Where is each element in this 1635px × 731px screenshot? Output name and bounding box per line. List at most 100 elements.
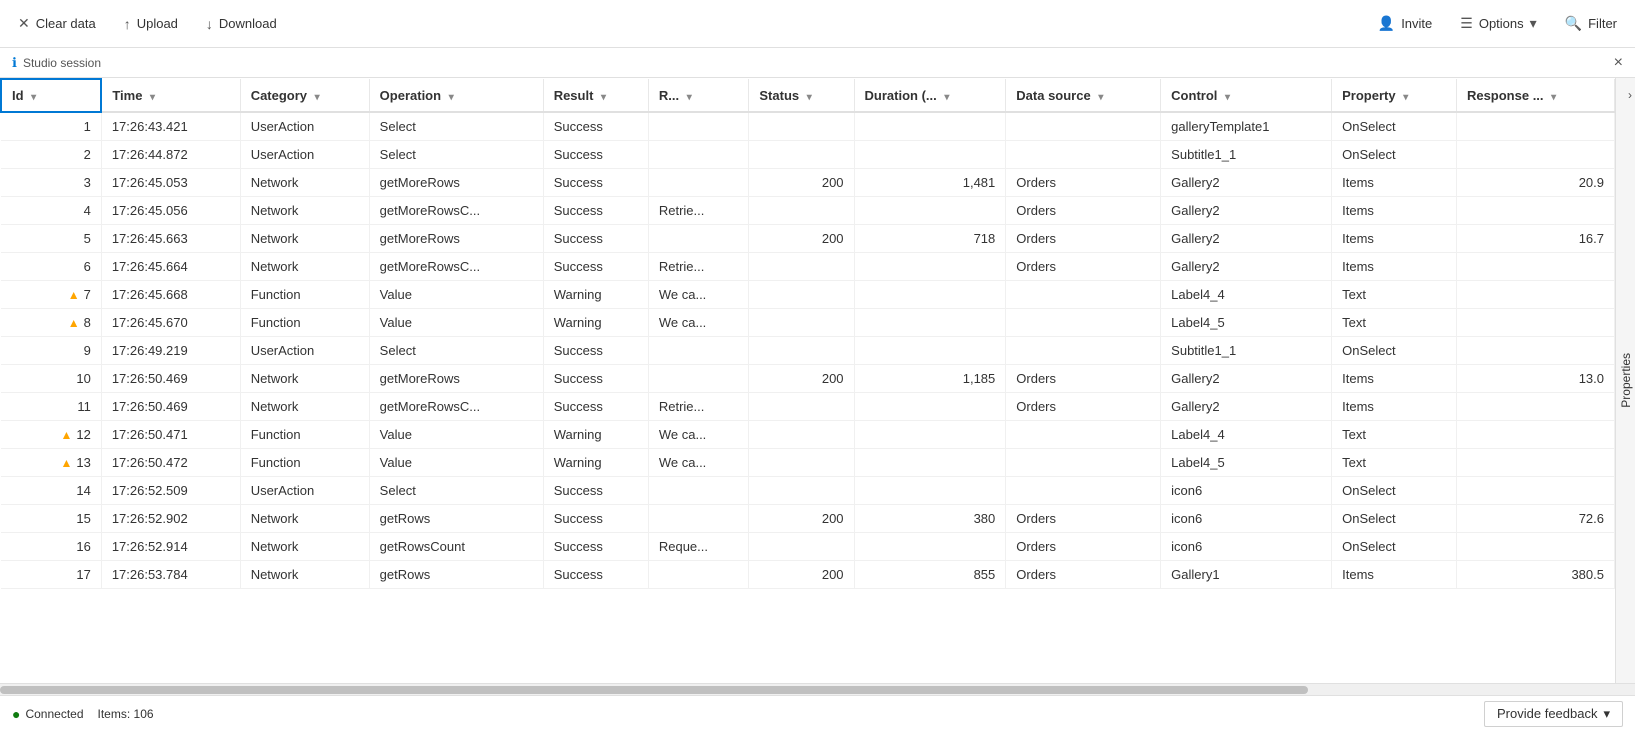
side-panel-label: Properties	[1619, 353, 1633, 408]
cell-id: ▲12	[1, 421, 101, 449]
col-header-property[interactable]: Property ▾	[1332, 79, 1457, 112]
table-header-row: Id ▾ Time ▾ Category ▾ Operation ▾ Resul…	[1, 79, 1615, 112]
cell-duration	[854, 337, 1006, 365]
cell-id: 5	[1, 225, 101, 253]
cell-control: Label4_5	[1161, 449, 1332, 477]
cell-time: 17:26:45.664	[101, 253, 240, 281]
cell-response	[1456, 112, 1614, 141]
cell-operation: Select	[369, 141, 543, 169]
table-row[interactable]: 6 17:26:45.664 Network getMoreRowsC... S…	[1, 253, 1615, 281]
cell-status: 200	[749, 561, 854, 589]
filter-button[interactable]: 🔍 Filter	[1559, 11, 1623, 36]
cell-id: 3	[1, 169, 101, 197]
table-row[interactable]: 15 17:26:52.902 Network getRows Success …	[1, 505, 1615, 533]
cell-r	[648, 505, 749, 533]
col-header-id[interactable]: Id ▾	[1, 79, 101, 112]
upload-button[interactable]: ↑ Upload	[118, 12, 184, 36]
col-header-category[interactable]: Category ▾	[240, 79, 369, 112]
col-header-datasource[interactable]: Data source ▾	[1006, 79, 1161, 112]
table-row[interactable]: 3 17:26:45.053 Network getMoreRows Succe…	[1, 169, 1615, 197]
cell-time: 17:26:50.469	[101, 393, 240, 421]
cell-result: Success	[543, 253, 648, 281]
cell-property: Items	[1332, 253, 1457, 281]
cell-property: OnSelect	[1332, 477, 1457, 505]
download-button[interactable]: ↓ Download	[200, 12, 283, 36]
cell-id: ▲7	[1, 281, 101, 309]
cell-datasource	[1006, 309, 1161, 337]
cell-control: Gallery2	[1161, 365, 1332, 393]
horizontal-scrollbar[interactable]	[0, 683, 1635, 695]
table-row[interactable]: ▲8 17:26:45.670 Function Value Warning W…	[1, 309, 1615, 337]
cell-result: Success	[543, 365, 648, 393]
table-row[interactable]: ▲13 17:26:50.472 Function Value Warning …	[1, 449, 1615, 477]
cell-datasource: Orders	[1006, 533, 1161, 561]
table-row[interactable]: 5 17:26:45.663 Network getMoreRows Succe…	[1, 225, 1615, 253]
cell-duration	[854, 449, 1006, 477]
close-button[interactable]: ×	[1614, 54, 1623, 72]
col-header-time[interactable]: Time ▾	[101, 79, 240, 112]
table-row[interactable]: 14 17:26:52.509 UserAction Select Succes…	[1, 477, 1615, 505]
col-header-operation[interactable]: Operation ▾	[369, 79, 543, 112]
cell-control: Gallery1	[1161, 561, 1332, 589]
cell-response	[1456, 197, 1614, 225]
id-sort-icon: ▾	[31, 92, 36, 103]
cell-category: Network	[240, 393, 369, 421]
col-header-result[interactable]: Result ▾	[543, 79, 648, 112]
cell-category: Network	[240, 169, 369, 197]
cell-time: 17:26:49.219	[101, 337, 240, 365]
provide-feedback-button[interactable]: Provide feedback ▾	[1484, 701, 1623, 727]
col-header-duration[interactable]: Duration (... ▾	[854, 79, 1006, 112]
cell-id: 11	[1, 393, 101, 421]
cell-response	[1456, 337, 1614, 365]
cell-property: OnSelect	[1332, 337, 1457, 365]
clear-data-button[interactable]: ✕ Clear data	[12, 11, 102, 36]
cell-time: 17:26:50.471	[101, 421, 240, 449]
cell-datasource: Orders	[1006, 225, 1161, 253]
table-row[interactable]: 4 17:26:45.056 Network getMoreRowsC... S…	[1, 197, 1615, 225]
warning-icon: ▲	[60, 456, 72, 470]
side-panel[interactable]: › Properties	[1615, 78, 1635, 683]
datasource-sort-icon: ▾	[1098, 92, 1103, 103]
cell-status: 200	[749, 225, 854, 253]
table-row[interactable]: ▲7 17:26:45.668 Function Value Warning W…	[1, 281, 1615, 309]
cell-duration: 380	[854, 505, 1006, 533]
cell-duration	[854, 112, 1006, 141]
cell-datasource: Orders	[1006, 169, 1161, 197]
cell-operation: getMoreRowsC...	[369, 393, 543, 421]
cell-time: 17:26:43.421	[101, 112, 240, 141]
cell-status	[749, 421, 854, 449]
table-row[interactable]: 2 17:26:44.872 UserAction Select Success…	[1, 141, 1615, 169]
invite-icon: 👤	[1378, 15, 1395, 32]
cell-datasource: Orders	[1006, 561, 1161, 589]
cell-r: Retrie...	[648, 197, 749, 225]
cell-duration: 718	[854, 225, 1006, 253]
cell-status	[749, 141, 854, 169]
col-header-response[interactable]: Response ... ▾	[1456, 79, 1614, 112]
connected-label: Connected	[25, 707, 83, 721]
cell-r	[648, 169, 749, 197]
cell-property: Items	[1332, 225, 1457, 253]
col-header-r[interactable]: R... ▾	[648, 79, 749, 112]
cell-response: 72.6	[1456, 505, 1614, 533]
cell-category: Function	[240, 421, 369, 449]
table-row[interactable]: 11 17:26:50.469 Network getMoreRowsC... …	[1, 393, 1615, 421]
cell-duration	[854, 421, 1006, 449]
invite-button[interactable]: 👤 Invite	[1372, 11, 1439, 36]
cell-operation: Select	[369, 477, 543, 505]
table-row[interactable]: 16 17:26:52.914 Network getRowsCount Suc…	[1, 533, 1615, 561]
options-button[interactable]: ☰ Options ▾	[1454, 11, 1542, 36]
table-row[interactable]: ▲12 17:26:50.471 Function Value Warning …	[1, 421, 1615, 449]
cell-operation: Select	[369, 337, 543, 365]
table-row[interactable]: 10 17:26:50.469 Network getMoreRows Succ…	[1, 365, 1615, 393]
table-wrapper[interactable]: Id ▾ Time ▾ Category ▾ Operation ▾ Resul…	[0, 78, 1615, 683]
cell-result: Warning	[543, 281, 648, 309]
table-row[interactable]: 17 17:26:53.784 Network getRows Success …	[1, 561, 1615, 589]
col-header-control[interactable]: Control ▾	[1161, 79, 1332, 112]
horizontal-scrollbar-thumb[interactable]	[0, 686, 1308, 694]
col-header-status[interactable]: Status ▾	[749, 79, 854, 112]
cell-status	[749, 309, 854, 337]
cell-response: 16.7	[1456, 225, 1614, 253]
cell-response	[1456, 393, 1614, 421]
table-row[interactable]: 1 17:26:43.421 UserAction Select Success…	[1, 112, 1615, 141]
table-row[interactable]: 9 17:26:49.219 UserAction Select Success…	[1, 337, 1615, 365]
